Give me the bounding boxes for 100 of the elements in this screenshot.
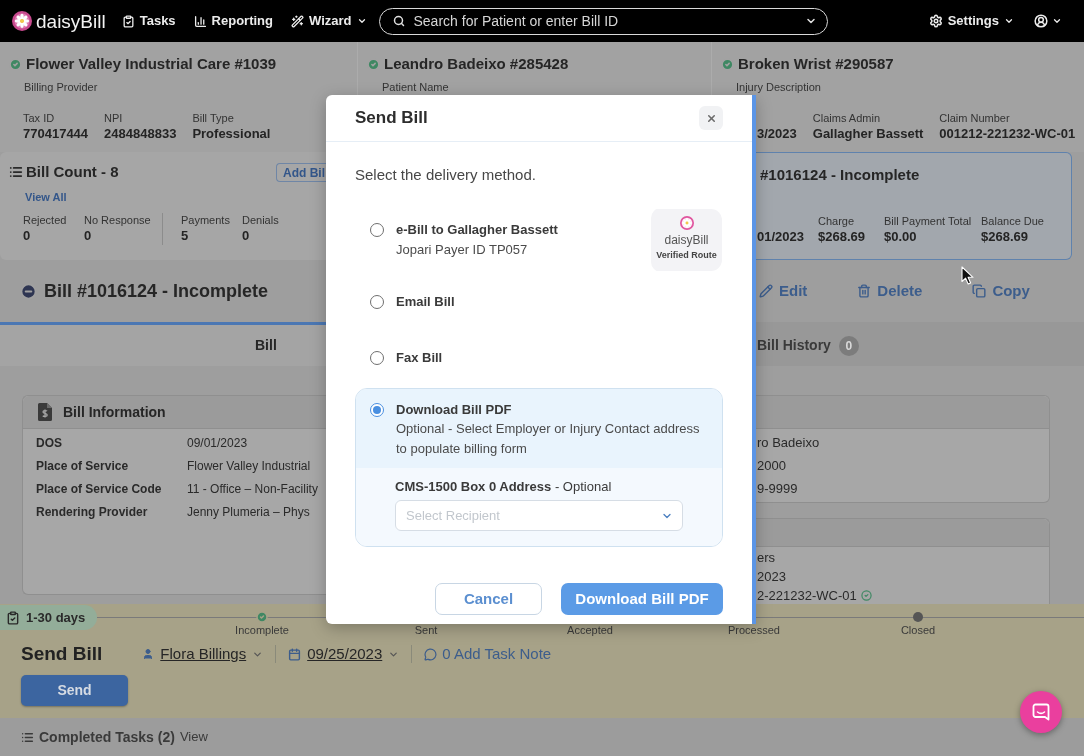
field-value: $268.69 — [981, 228, 1029, 246]
chat-bubble-icon — [1032, 703, 1050, 721]
info-value: 11 - Office – Non-Facility — [187, 480, 318, 498]
card-title: Flower Valley Industrial Care #1039 — [26, 54, 277, 74]
card-title: Broken Wrist #290587 — [738, 54, 894, 74]
settings-icon — [928, 14, 943, 28]
stat-label: Payments — [181, 213, 231, 227]
user-avatar-icon — [1034, 14, 1048, 28]
step-label: Accepted — [567, 624, 613, 637]
field-value: 3/2023 — [757, 125, 797, 143]
pencil-icon — [759, 284, 773, 298]
info-value: Jenny Plumeria – Phys — [187, 503, 310, 521]
settings-menu-button[interactable]: Settings — [928, 11, 1014, 31]
option-label: e-Bill to Gallagher Bassett — [396, 222, 558, 238]
send-button[interactable]: Send — [21, 675, 128, 706]
stat-value: 5 — [181, 227, 190, 245]
copy-icon — [972, 284, 987, 298]
list-icon — [21, 730, 34, 744]
radio-button[interactable] — [370, 403, 384, 417]
info-label: Place of Service — [36, 457, 130, 475]
task-title: Send Bill — [21, 641, 103, 666]
field-value: 001212-221232-WC-01 — [939, 125, 1076, 143]
dialog-title: Send Bill — [355, 107, 428, 130]
check-circle-icon — [367, 57, 380, 71]
view-link[interactable]: View — [179, 727, 208, 747]
flower-logo-icon — [12, 11, 32, 31]
assignee-dropdown[interactable]: Flora Billings — [142, 642, 264, 666]
step-check-icon — [256, 611, 268, 623]
info-value: Flower Valley Industrial — [187, 457, 311, 475]
bill-action-button[interactable]: Copy — [972, 279, 1030, 303]
radio-button[interactable] — [370, 223, 384, 237]
due-date-picker[interactable]: 09/25/2023 — [288, 642, 400, 666]
card-subtitle: Patient Name — [382, 81, 449, 93]
field-value: Professional — [192, 125, 271, 143]
field-label: Charge — [818, 214, 856, 228]
stat-value: 0 — [23, 227, 32, 245]
close-button[interactable] — [699, 106, 723, 130]
account-menu-button[interactable] — [1034, 14, 1062, 28]
view-all-link[interactable]: View All — [25, 191, 67, 203]
bill-action-button[interactable]: Delete — [857, 279, 923, 303]
field-value: 2484848833 — [104, 125, 177, 143]
bill-action-button[interactable]: Edit — [759, 279, 808, 303]
field-label: Claim Number — [939, 111, 1011, 125]
bar-chart-icon — [193, 14, 207, 28]
cancel-button[interactable]: Cancel — [435, 583, 542, 615]
add-task-note-link[interactable]: 0 Add Task Note — [424, 642, 552, 666]
field-value: Gallagher Bassett — [812, 125, 924, 143]
nav-item[interactable]: Wizard — [291, 11, 367, 31]
selected-option-panel[interactable]: Download Bill PDF Optional - Select Employer or Injury Contact address to populate billing form CMS-1500 Box 0 Address - Optional Select Recipient — [355, 388, 723, 547]
card-subtitle: Billing Provider — [24, 81, 98, 93]
field-label: Balance Due — [981, 214, 1044, 228]
tab[interactable]: Bill — [0, 322, 326, 366]
comment-icon — [424, 647, 438, 661]
age-label: 1-30 days — [26, 608, 86, 627]
badge-caption: Verified Route — [656, 250, 717, 261]
field-value: $0.00 — [884, 228, 918, 246]
radio-button[interactable] — [370, 350, 384, 365]
option-label: Download Bill PDF — [396, 402, 513, 418]
info-value: 09/01/2023 — [187, 434, 248, 452]
field-label: Bill Type — [192, 111, 235, 125]
field-value: 01/2023 — [757, 228, 805, 246]
detail-value: 2000 — [757, 456, 786, 475]
flower-logo-icon — [679, 216, 694, 230]
info-label: DOS — [36, 434, 63, 452]
stat-value: 0 — [242, 227, 251, 245]
nav-item[interactable]: Reporting — [193, 11, 273, 31]
tab[interactable]: Bill History 0 — [756, 322, 871, 366]
bill-summary-card[interactable]: #1016124 - Incomplete 01/2023 Charge $268.69 Bill Payment Total $0.00 Balance Due $268.69 — [756, 152, 1072, 260]
field-label: Claims Admin — [812, 111, 881, 125]
detail-value: 2023 — [757, 567, 786, 586]
primary-button[interactable]: Download Bill PDF — [561, 583, 723, 615]
search-field[interactable]: Search for Patient or enter Bill ID — [378, 7, 828, 35]
mouse-pointer-icon — [961, 266, 974, 285]
card-title: Bill Count - 8 — [26, 161, 119, 182]
invoice-icon — [38, 403, 52, 421]
trash-icon — [857, 284, 872, 298]
recipient-select[interactable]: Select Recipient — [395, 500, 683, 531]
detail-value: ers — [757, 548, 776, 567]
list-icon — [9, 165, 23, 179]
magic-wand-icon — [291, 14, 304, 28]
radio-button[interactable] — [370, 294, 384, 309]
minus-circle-icon — [20, 282, 37, 300]
search-icon — [392, 15, 405, 27]
option-label: Email Bill — [396, 293, 455, 310]
field-value: 770417444 — [23, 125, 89, 143]
nav-item[interactable]: Tasks — [121, 11, 176, 31]
clipboard-check-icon — [121, 14, 135, 28]
user-icon — [142, 648, 155, 660]
field-label: Tax ID — [23, 111, 56, 125]
completed-tasks-label: Completed Tasks (2) — [39, 727, 175, 747]
option-label: Fax Bill — [396, 349, 443, 366]
card-title: Bill Information — [63, 402, 166, 422]
close-icon — [705, 112, 717, 124]
field-label: CMS-1500 Box 0 Address - Optional — [395, 479, 613, 495]
field-label: NPI — [104, 111, 124, 125]
step-label: Sent — [414, 624, 438, 637]
detail-value: 9-9999 — [757, 479, 798, 498]
info-label: Place of Service Code — [36, 480, 163, 498]
detail-value: 2-221232-WC-01 — [757, 586, 857, 605]
info-label: Rendering Provider — [36, 503, 149, 521]
